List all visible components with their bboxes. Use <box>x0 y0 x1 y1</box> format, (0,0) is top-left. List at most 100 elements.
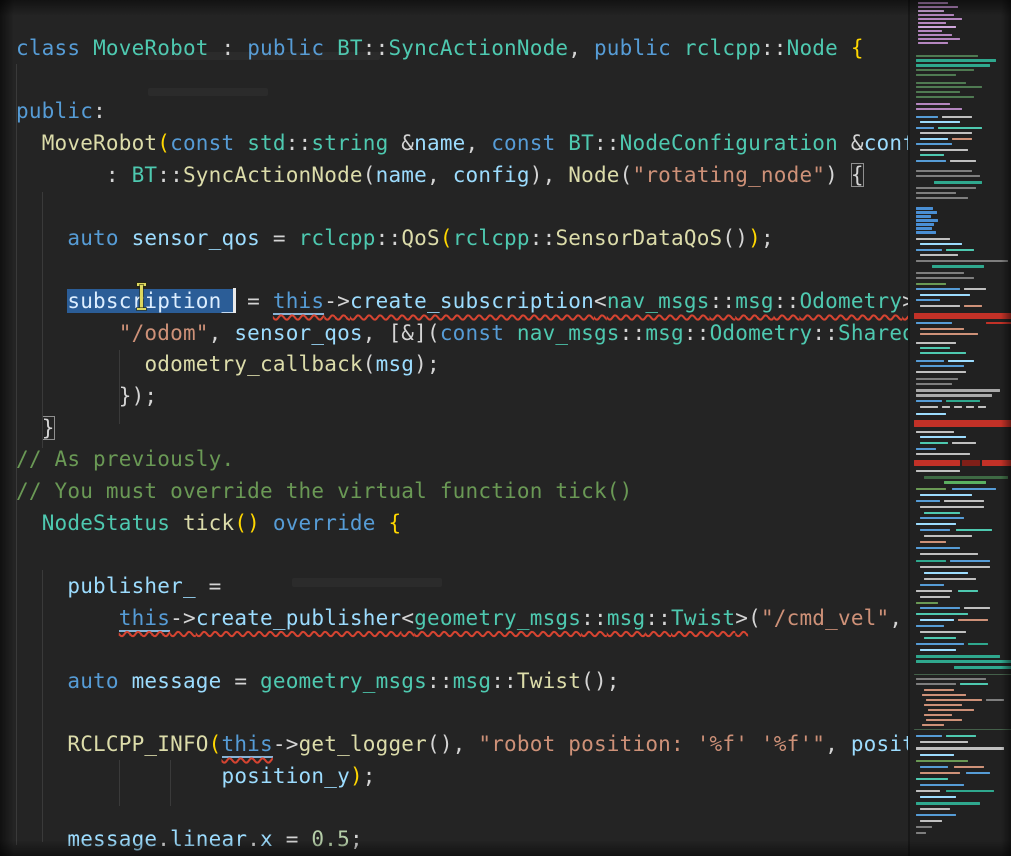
minimap-line <box>950 160 976 162</box>
code-line[interactable] <box>16 792 908 824</box>
minimap-line <box>916 625 944 627</box>
code-token: geometry_msgs <box>260 669 427 693</box>
code-line[interactable]: // You must override the virtual functio… <box>16 476 908 508</box>
code-token: create_subscription <box>350 289 594 313</box>
code-line[interactable]: NodeStatus tick() override { <box>16 508 908 540</box>
code-token: Odometry <box>799 289 902 313</box>
code-line[interactable]: public: <box>16 96 908 128</box>
code-line[interactable] <box>16 697 908 729</box>
minimap-line <box>916 299 940 301</box>
code-line[interactable]: : BT::SyncActionNode(name, config), Node… <box>16 160 908 192</box>
code-token: geometry_msgs <box>414 606 581 630</box>
minimap-line <box>918 2 948 4</box>
minimap-line <box>986 699 1004 701</box>
minimap-line <box>916 613 968 615</box>
minimap-line <box>916 394 992 397</box>
minimap-line <box>926 719 962 721</box>
video-artifact <box>148 88 268 96</box>
code-token: // You must override the virtual functio… <box>16 479 632 503</box>
minimap-line <box>920 305 960 307</box>
minimap-line <box>978 406 986 408</box>
code-token: & <box>838 131 864 155</box>
code-line[interactable]: "/odom", sensor_qos, [&](const nav_msgs:… <box>16 318 908 350</box>
minimap-line <box>938 127 982 129</box>
error-squiggle: this <box>222 732 273 758</box>
code-token: SharedPtr <box>838 321 908 345</box>
minimap-line <box>920 772 960 774</box>
code-line[interactable]: odometry_callback(msg); <box>16 349 908 381</box>
code-token: SensorDataQoS <box>555 226 722 250</box>
code-editor-area[interactable]: class MoveRobot : public BT::SyncActionN… <box>0 0 908 856</box>
code-line[interactable]: subscription_ = this->create_subscriptio… <box>16 286 908 318</box>
code-token: . <box>247 827 260 851</box>
code-token: SyncActionNode <box>183 163 363 187</box>
code-token: message <box>67 827 157 851</box>
code-token: :: <box>684 321 710 345</box>
minimap-line <box>916 108 962 110</box>
code-token <box>16 606 119 630</box>
code-token: ) <box>350 764 363 788</box>
code-token: "/cmd_vel" <box>761 606 889 630</box>
code-token: sensor_qos <box>234 321 362 345</box>
minimap-line <box>916 413 946 415</box>
code-line[interactable]: }); <box>16 381 908 413</box>
minimap-line <box>952 488 996 490</box>
code-token: :: <box>286 131 312 155</box>
minimap-line <box>920 820 942 822</box>
minimap-line <box>920 406 938 408</box>
code-token: msg <box>453 669 492 693</box>
minimap-line <box>916 448 936 450</box>
indent-guide <box>42 192 43 448</box>
code-token: < <box>594 289 607 313</box>
code-line[interactable]: RCLCPP_INFO(this->get_logger(), "robot p… <box>16 729 908 761</box>
code-line[interactable]: position_y); <box>16 761 908 793</box>
minimap-line <box>920 506 984 508</box>
code-line[interactable]: this->create_publisher<geometry_msgs::ms… <box>16 603 908 635</box>
code-line[interactable]: auto message = geometry_msgs::msg::Twist… <box>16 666 908 698</box>
text-cursor-pointer <box>134 283 149 311</box>
code-token: ; <box>761 226 774 250</box>
minimap-line <box>964 607 990 609</box>
minimap-line <box>920 784 964 786</box>
minimap-line <box>918 26 956 28</box>
minimap-line <box>916 470 960 472</box>
minimap-line <box>916 197 968 199</box>
code-line[interactable]: MoveRobot(const std::string &name, const… <box>16 128 908 160</box>
code-token: SyncActionNode <box>388 36 568 60</box>
code-token: override <box>273 511 376 535</box>
code-line[interactable] <box>16 254 908 286</box>
code-token: this <box>222 732 273 758</box>
minimap-line <box>958 590 978 592</box>
minimap-line <box>946 249 974 251</box>
code-token: ( <box>363 163 376 187</box>
minimap-line <box>916 64 990 67</box>
code-line[interactable] <box>16 539 908 571</box>
minimap-line <box>916 69 974 71</box>
minimap-line <box>916 116 938 118</box>
code-line[interactable]: } <box>16 413 908 445</box>
minimap-line <box>920 796 956 798</box>
code-line[interactable]: publisher_ = <box>16 571 908 603</box>
minimap[interactable] <box>908 0 1011 856</box>
minimap-line <box>920 328 964 330</box>
code-line[interactable] <box>16 634 908 666</box>
minimap-line <box>958 619 988 621</box>
minimap-line <box>920 754 954 756</box>
minimap-line <box>916 678 986 680</box>
code-token: const <box>491 131 568 155</box>
minimap-line <box>916 488 946 490</box>
minimap-line <box>946 400 980 402</box>
code-line[interactable] <box>16 191 908 223</box>
code-token: RCLCPP_INFO <box>67 732 208 756</box>
code-line[interactable]: // As previously. <box>16 444 908 476</box>
code-token: const <box>440 321 517 345</box>
code-token: get_logger <box>299 732 427 756</box>
code-token: auto <box>67 669 118 693</box>
code-line[interactable]: auto sensor_qos = rclcpp::QoS(rclcpp::Se… <box>16 223 908 255</box>
code-token: : <box>16 163 132 187</box>
code-token: , <box>466 131 492 155</box>
code-token: class <box>16 36 93 60</box>
code-token: :: <box>761 36 787 60</box>
minimap-line <box>916 238 950 240</box>
code-line[interactable]: message.linear.x = 0.5; <box>16 824 908 856</box>
